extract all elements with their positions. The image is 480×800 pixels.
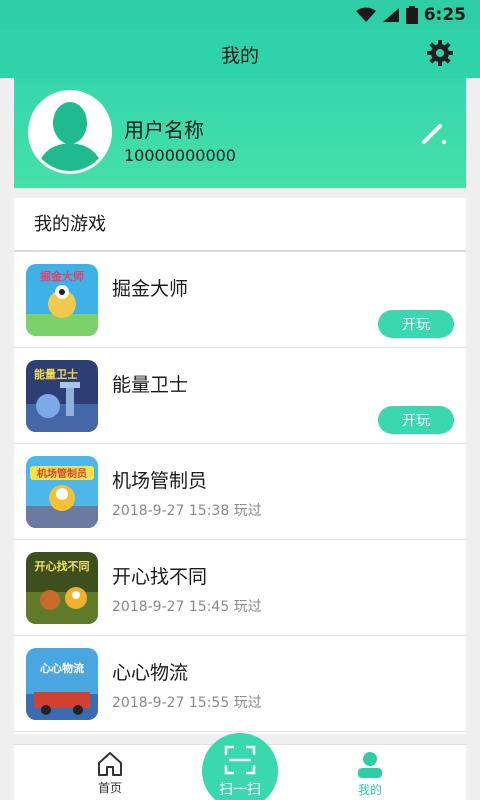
battery-icon: [405, 6, 418, 24]
wifi-icon: [355, 7, 376, 22]
avatar[interactable]: [28, 90, 112, 174]
tab-home[interactable]: 首页: [70, 751, 150, 796]
user-phone: 10000000000: [124, 146, 236, 165]
tab-mine[interactable]: 我的: [330, 751, 410, 798]
status-time: 6:25: [423, 5, 466, 25]
game-row[interactable]: 机场管制员 机场管制员 2018-9-27 15:38 玩过: [14, 444, 466, 540]
game-name: 机场管制员: [112, 470, 208, 492]
scan-button[interactable]: 扫一扫: [202, 733, 278, 800]
game-name: 能量卫士: [112, 374, 189, 396]
game-row[interactable]: 心心物流 心心物流 2018-9-27 15:55 玩过: [14, 636, 466, 732]
game-name: 开心找不同: [112, 566, 208, 588]
user-name: 用户名称: [124, 118, 204, 142]
game-name: 心心物流: [112, 662, 189, 684]
scan-icon: [224, 745, 256, 775]
header-bar: 我的: [0, 30, 480, 78]
last-played: 2018-9-27 15:45 玩过: [112, 599, 262, 615]
game-name: 掘金大师: [112, 278, 189, 300]
svg-text:掘金大师: 掘金大师: [40, 269, 84, 283]
section-title: 我的游戏: [14, 198, 466, 252]
svg-text:开心找不同: 开心找不同: [35, 559, 90, 573]
svg-text:机场管制员: 机场管制员: [37, 467, 87, 480]
signal-icon: [382, 8, 399, 22]
game-row[interactable]: 掘金大师 掘金大师 开玩: [14, 252, 466, 348]
game-thumbnail: 能量卫士: [26, 360, 98, 432]
game-thumbnail: 机场管制员: [26, 456, 98, 528]
play-button[interactable]: 开玩: [378, 406, 454, 434]
default-avatar-icon: [31, 93, 109, 171]
bottom-tab-bar: 首页 扫一扫 我的: [14, 733, 466, 800]
scan-label: 扫一扫: [219, 782, 261, 798]
home-icon: [98, 752, 122, 776]
status-bar: 6:25: [0, 0, 480, 30]
page-title: 我的: [220, 44, 259, 67]
svg-text:能量卫士: 能量卫士: [34, 367, 78, 381]
play-button[interactable]: 开玩: [378, 310, 454, 338]
game-row[interactable]: 能量卫士 能量卫士 开玩: [14, 348, 466, 444]
gear-icon[interactable]: [426, 39, 454, 67]
last-played: 2018-9-27 15:38 玩过: [112, 503, 262, 519]
game-thumbnail: 掘金大师: [26, 264, 98, 336]
profile-card: 用户名称 10000000000: [14, 78, 466, 188]
tab-home-label: 首页: [97, 781, 122, 795]
game-thumbnail: 心心物流: [26, 648, 98, 720]
tab-mine-label: 我的: [357, 783, 382, 797]
games-panel: 我的游戏 掘金大师 掘金大师 开玩 能量卫士 能量卫士 开玩 机场管制员 机场管…: [14, 198, 466, 734]
last-played: 2018-9-27 15:55 玩过: [112, 695, 262, 711]
game-row[interactable]: 开心找不同 开心找不同 2018-9-27 15:45 玩过: [14, 540, 466, 636]
game-thumbnail: 开心找不同: [26, 552, 98, 624]
user-icon: [358, 752, 382, 778]
edit-icon[interactable]: [418, 120, 450, 148]
svg-text:心心物流: 心心物流: [40, 661, 84, 675]
